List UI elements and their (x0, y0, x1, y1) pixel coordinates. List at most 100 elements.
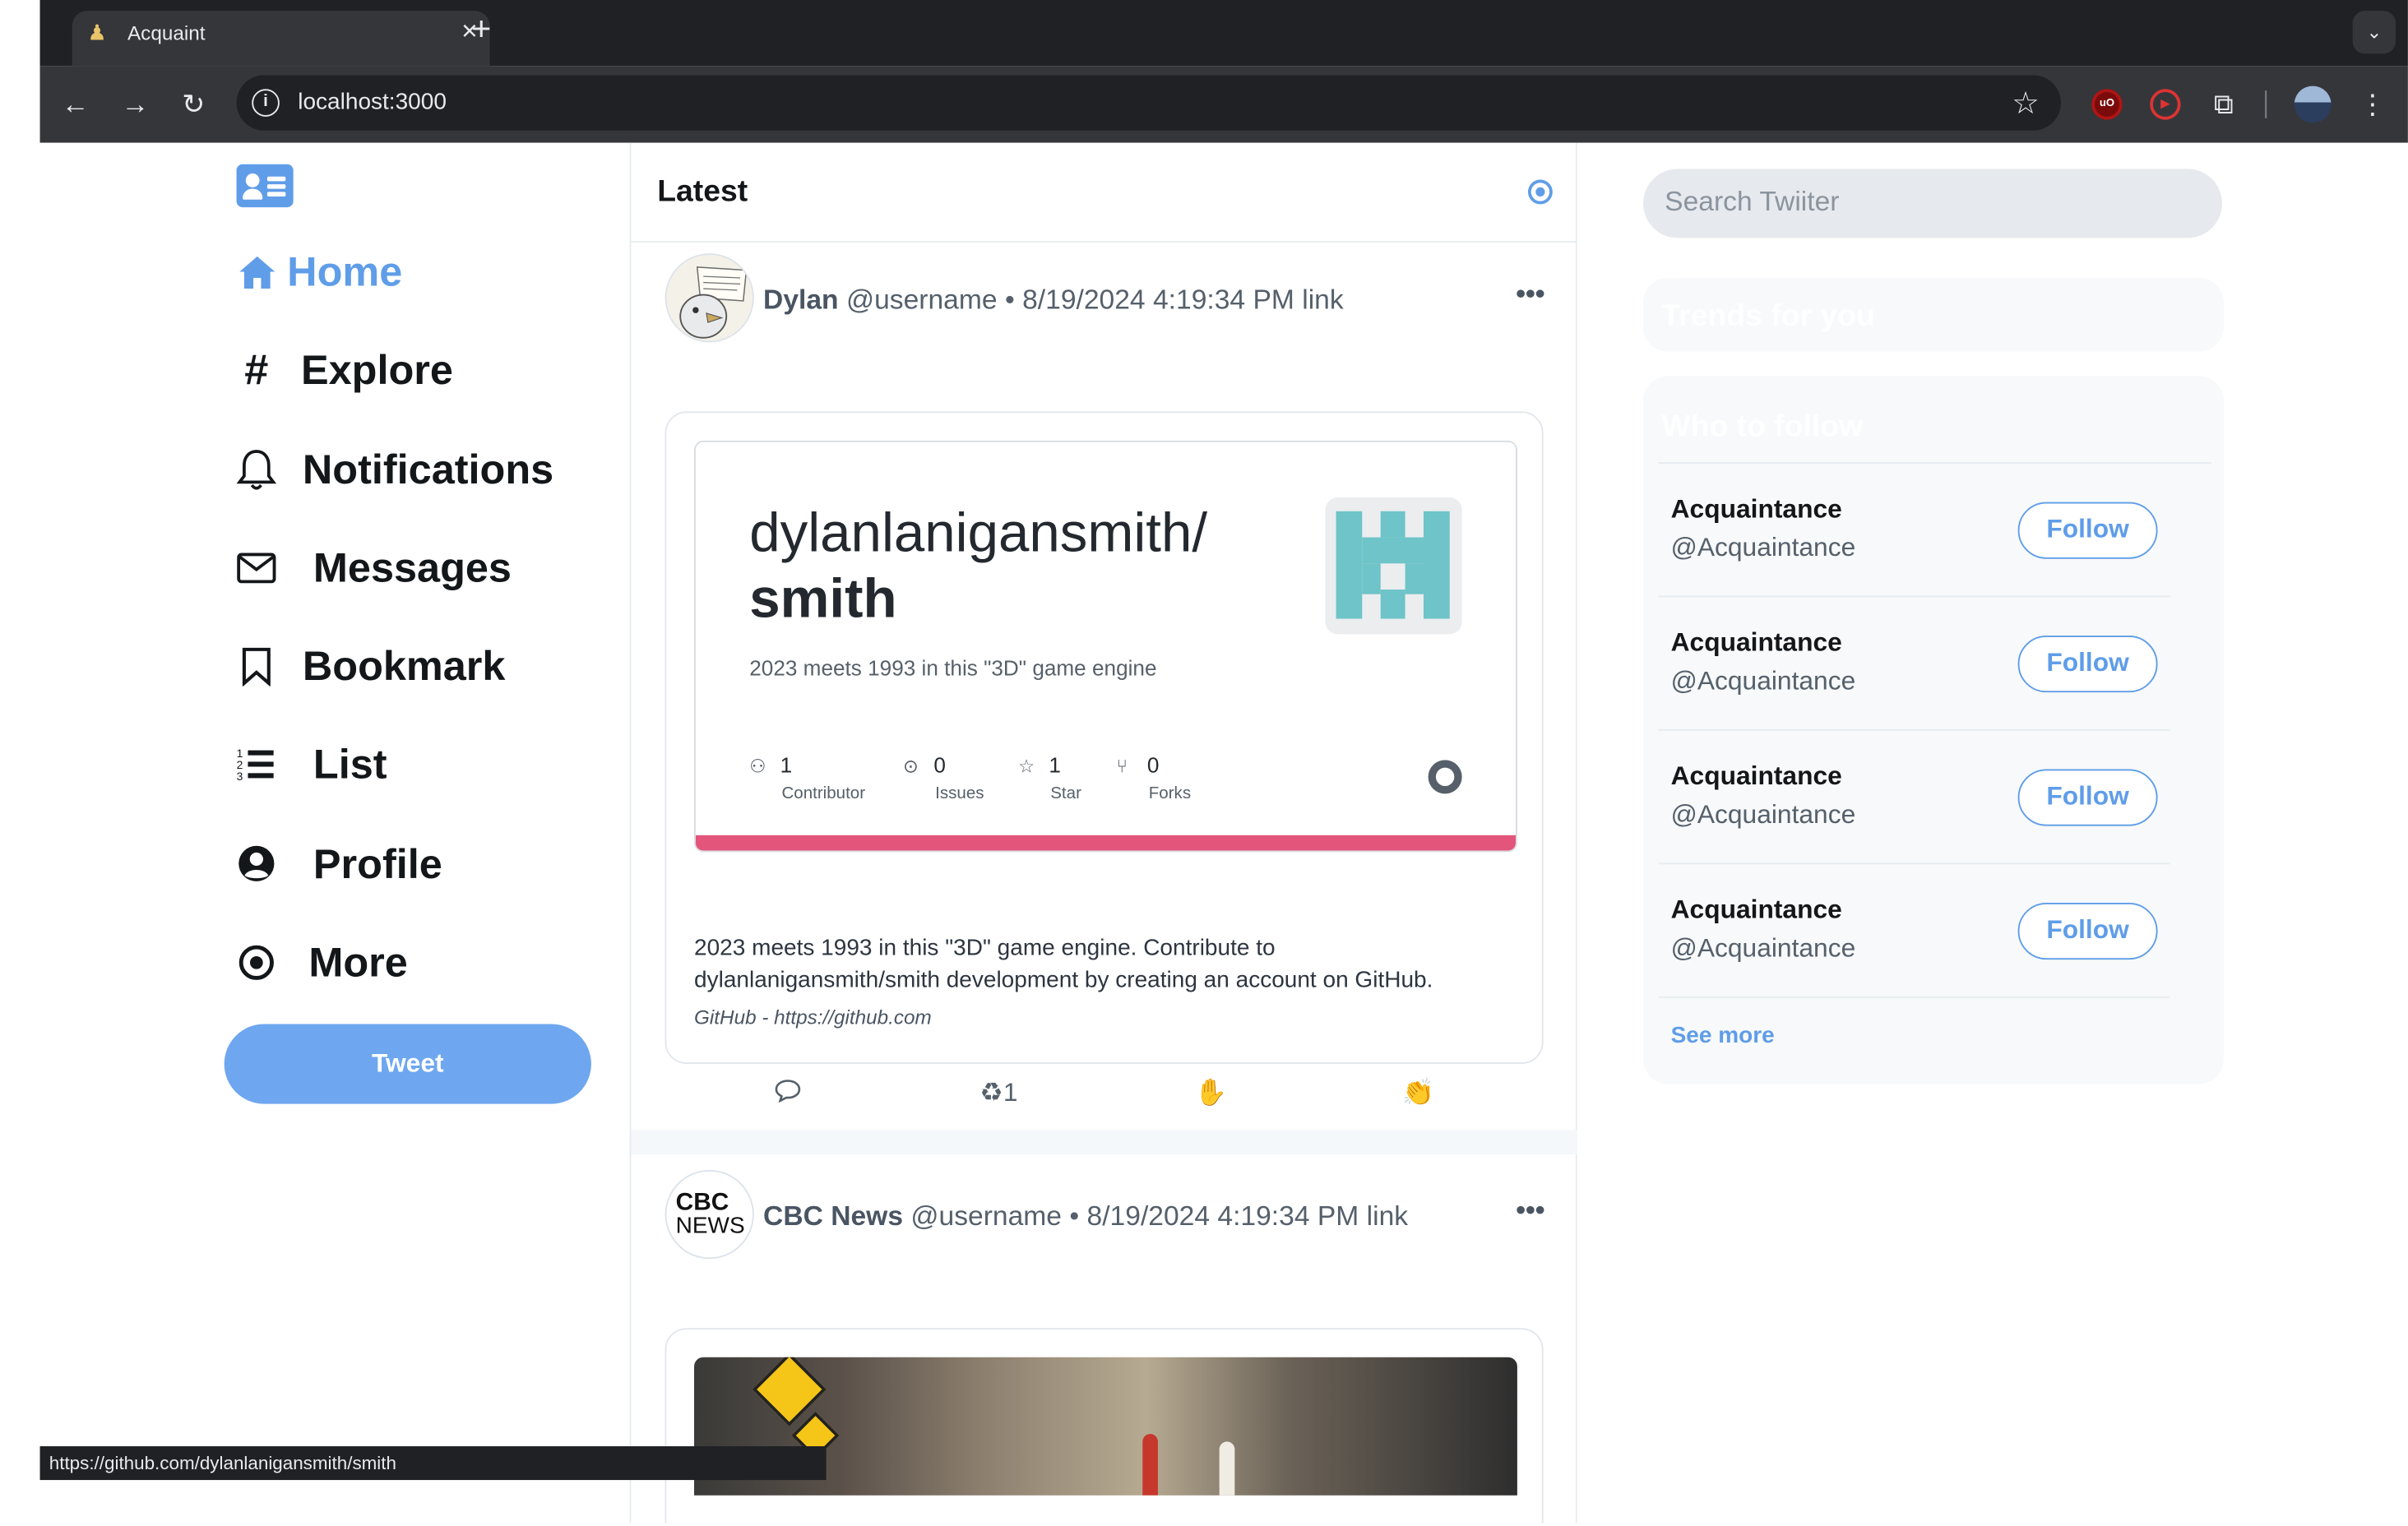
see-more-link[interactable]: See more (1671, 1023, 1775, 1049)
nav-item-bookmark[interactable]: Bookmark (237, 637, 636, 736)
github-icon (1428, 760, 1462, 794)
nav-item-explore[interactable]: # Explore (237, 341, 636, 440)
follow-handle: @Acquaintance (1670, 532, 1856, 562)
nav-item-notifications[interactable]: Notifications (236, 440, 636, 539)
repo-preview-image: dylanlanigansmith/ smith 2023 meets 1993… (694, 440, 1517, 853)
logo-head-shape (245, 173, 260, 187)
stat-value: 1 (780, 751, 793, 777)
author-name[interactable]: Dylan (763, 284, 839, 314)
stat-value: 1 (1049, 751, 1061, 777)
reply-icon[interactable] (774, 1078, 802, 1110)
reload-icon[interactable]: ↻ (174, 85, 214, 125)
nav-label-profile: Profile (313, 840, 442, 887)
follow-button[interactable]: Follow (2017, 502, 2158, 559)
main-nav: Home # Explore Notifications Messages Bo… (236, 243, 636, 1032)
who-to-follow-panel: Who to follow Acquaintance @Acquaintance… (1643, 376, 2224, 1084)
address-bar[interactable]: i localhost:3000 ☆ (236, 75, 2061, 131)
post-actions: ♻1 ✋ 👏 (631, 1078, 1577, 1124)
follow-row[interactable]: Acquaintance @Acquaintance Follow (1658, 595, 2170, 729)
follow-name[interactable]: Acquaintance (1671, 494, 1842, 525)
logo-block (1362, 537, 1424, 564)
logo-line (266, 192, 286, 197)
nav-item-more[interactable]: More (237, 933, 636, 1032)
nav-item-messages[interactable]: Messages (237, 539, 636, 637)
follow-name[interactable]: Acquaintance (1671, 761, 1842, 792)
home-icon (237, 252, 277, 292)
avatar[interactable]: CBC NEWS (665, 1169, 754, 1260)
forward-arrow-icon[interactable]: → (115, 85, 155, 125)
logo-block (1336, 511, 1363, 619)
card-source: GitHub - https://github.com (694, 1006, 932, 1029)
bookmark-star-icon[interactable]: ☆ (2012, 85, 2039, 123)
tab-search-chevron-icon[interactable]: ⌄ (2352, 11, 2396, 54)
feed-settings-icon[interactable] (1527, 179, 1553, 205)
post-options-icon[interactable]: ••• (1516, 1195, 1544, 1227)
post-options-icon[interactable]: ••• (1516, 278, 1544, 310)
logo-block (1405, 563, 1424, 594)
logo-block (1380, 511, 1405, 538)
site-info-icon[interactable]: i (252, 89, 280, 117)
user-circle-icon (237, 844, 277, 885)
tweet-button[interactable]: Tweet (224, 1024, 591, 1104)
right-sidebar: Trends for you Who to follow Acquaintanc… (1643, 143, 2227, 1524)
repo-logo (1325, 497, 1462, 635)
profile-avatar[interactable] (2294, 86, 2332, 123)
post-link[interactable]: link (1302, 284, 1343, 314)
link-preview-card[interactable]: dylanlanigansmith/ smith 2023 meets 1993… (665, 411, 1544, 1065)
screen: ♟ Acquaint × + ⌄ ← → ↻ i localhost:3000 … (0, 0, 2408, 1524)
app: Home # Explore Notifications Messages Bo… (39, 142, 2408, 1524)
address-url[interactable]: localhost:3000 (298, 89, 447, 115)
repo-owner: dylanlanigansmith/ (749, 500, 1208, 564)
author-name[interactable]: CBC News (763, 1200, 903, 1231)
nav-label-home: Home (287, 248, 403, 295)
post-link[interactable]: link (1367, 1200, 1408, 1231)
stat-label: Forks (1148, 784, 1192, 803)
like-hand-icon[interactable]: ✋ (1195, 1078, 1228, 1108)
browser-tab-bar: ♟ Acquaint × + ⌄ (39, 0, 2408, 67)
logo-block (1362, 563, 1381, 594)
back-arrow-icon[interactable]: ← (55, 85, 95, 125)
page-title: Latest (657, 174, 748, 209)
bookmark-icon (237, 646, 277, 687)
search-input[interactable] (1665, 185, 2188, 219)
repo-stat-forks: ⑂ 0 Forks (1117, 752, 1239, 803)
post-header: Dylan @username • 8/19/2024 4:19:34 PM l… (763, 284, 1344, 316)
follow-button[interactable]: Follow (2017, 902, 2158, 960)
trends-title: Trends for you (1661, 299, 1875, 334)
app-logo[interactable] (236, 164, 294, 208)
clap-icon[interactable]: 👏 (1402, 1078, 1435, 1108)
nav-item-profile[interactable]: Profile (237, 835, 636, 933)
post-date: 8/19/2024 4:19:34 PM (1086, 1200, 1359, 1232)
author-handle[interactable]: @username (846, 284, 998, 314)
follow-row[interactable]: Acquaintance @Acquaintance Follow (1658, 728, 2170, 862)
repo-name: smith (749, 566, 897, 630)
follow-button[interactable]: Follow (2017, 769, 2158, 826)
more-circle-icon (237, 943, 277, 983)
retweet-button[interactable]: ♻1 (979, 1078, 1017, 1108)
logo-line (266, 184, 286, 189)
author-handle[interactable]: @username (910, 1200, 1062, 1231)
follow-name[interactable]: Acquaintance (1671, 895, 1842, 926)
follow-row[interactable]: Acquaintance @Acquaintance Follow (1658, 462, 2211, 595)
stat-label: Contributor (781, 784, 866, 803)
follow-name[interactable]: Acquaintance (1671, 628, 1842, 659)
nav-label-notifications: Notifications (302, 446, 554, 492)
record-extension-icon[interactable]: ▶ (2150, 89, 2181, 120)
new-tab-icon[interactable]: + (471, 9, 491, 49)
browser-tab[interactable]: ♟ Acquaint × (72, 11, 490, 67)
extensions-puzzle-icon[interactable]: ⧉ (2208, 89, 2239, 119)
browser-menu-icon[interactable]: ⋮ (2359, 85, 2387, 125)
follow-row[interactable]: Acquaintance @Acquaintance Follow (1658, 862, 2170, 996)
stat-label: Issues (935, 784, 984, 803)
avatar[interactable] (665, 253, 754, 343)
search-box[interactable] (1643, 169, 2222, 238)
ublock-extension-icon[interactable]: uO (2091, 89, 2123, 120)
retweet-count: 1 (1003, 1077, 1018, 1108)
nav-item-home[interactable]: Home (237, 243, 636, 341)
bell-icon (236, 449, 277, 489)
person-shape (1219, 1441, 1235, 1496)
people-icon: ⚇ (749, 755, 766, 777)
follow-button[interactable]: Follow (2017, 636, 2158, 693)
link-preview-card[interactable] (665, 1328, 1544, 1524)
nav-item-list[interactable]: 123 List (237, 736, 636, 835)
